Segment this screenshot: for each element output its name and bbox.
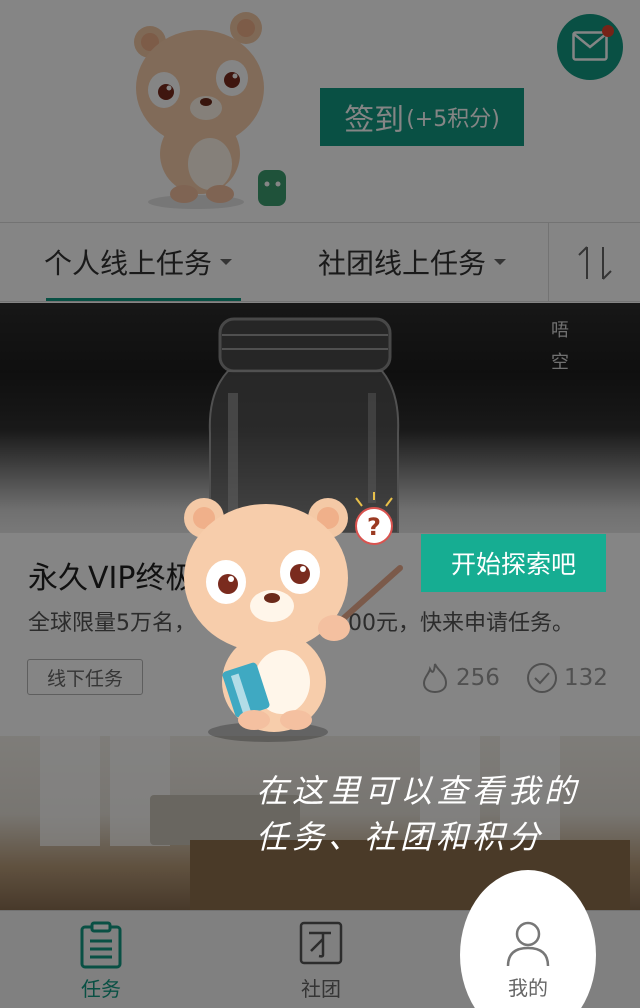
nav-club[interactable]: 社团 (261, 911, 381, 1008)
caret-down-icon (220, 259, 233, 265)
nav-me-highlighted[interactable]: 我的 (468, 910, 588, 1008)
signin-bonus: (+5积分) (406, 107, 500, 132)
tab-personal-online-tasks[interactable]: 个人线上任务 (44, 223, 233, 301)
completed-count: 132 (526, 661, 608, 695)
task-title: 永久VIP终极 (28, 561, 196, 596)
nav-label: 我的 (508, 976, 548, 1000)
onboarding-hint: 在这里可以查看我的 任务、社团和积分 (256, 768, 636, 860)
nav-label: 社团 (301, 977, 341, 1001)
task-description: 全球限量5万名， (28, 611, 196, 636)
hint-line: 任务、社团和积分 (256, 818, 545, 856)
signin-label: 签到 (344, 103, 405, 138)
start-explore-button[interactable]: 开始探索吧 (421, 534, 606, 592)
task-type-tag: 线下任务 (27, 659, 143, 695)
guide-bear-illustration: ? (184, 492, 403, 742)
photo-detail (40, 736, 100, 846)
envelope-icon (572, 31, 608, 61)
tab-club-online-tasks[interactable]: 社团线上任务 (318, 223, 507, 301)
nav-tasks[interactable]: 任务 (41, 911, 161, 1008)
signin-button[interactable]: 签到 (+5积分) (320, 88, 524, 146)
flame-icon (422, 662, 448, 694)
tab-label: 社团线上任务 (318, 247, 487, 280)
hot-count: 256 (420, 661, 500, 695)
notification-badge (602, 25, 614, 37)
tab-label: 个人线上任务 (44, 247, 213, 280)
check-circle-icon (527, 663, 557, 693)
clipboard-icon (80, 921, 122, 969)
caret-down-icon (494, 259, 507, 265)
active-tab-indicator (46, 298, 241, 301)
mail-button[interactable] (557, 14, 623, 80)
sort-button[interactable] (549, 223, 640, 301)
nav-label: 任务 (81, 977, 121, 1001)
image-caption: 唔 空 (551, 320, 569, 373)
sort-arrows-icon (578, 246, 612, 280)
header: 签到 (+5积分) (0, 0, 640, 222)
task-tabs: 个人线上任务 社团线上任务 (0, 222, 640, 302)
hint-line: 在这里可以查看我的 (256, 772, 581, 810)
club-icon (299, 921, 343, 965)
svg-text:?: ? (367, 513, 381, 541)
user-icon (506, 921, 550, 967)
bear-mascot-illustration (134, 12, 286, 209)
